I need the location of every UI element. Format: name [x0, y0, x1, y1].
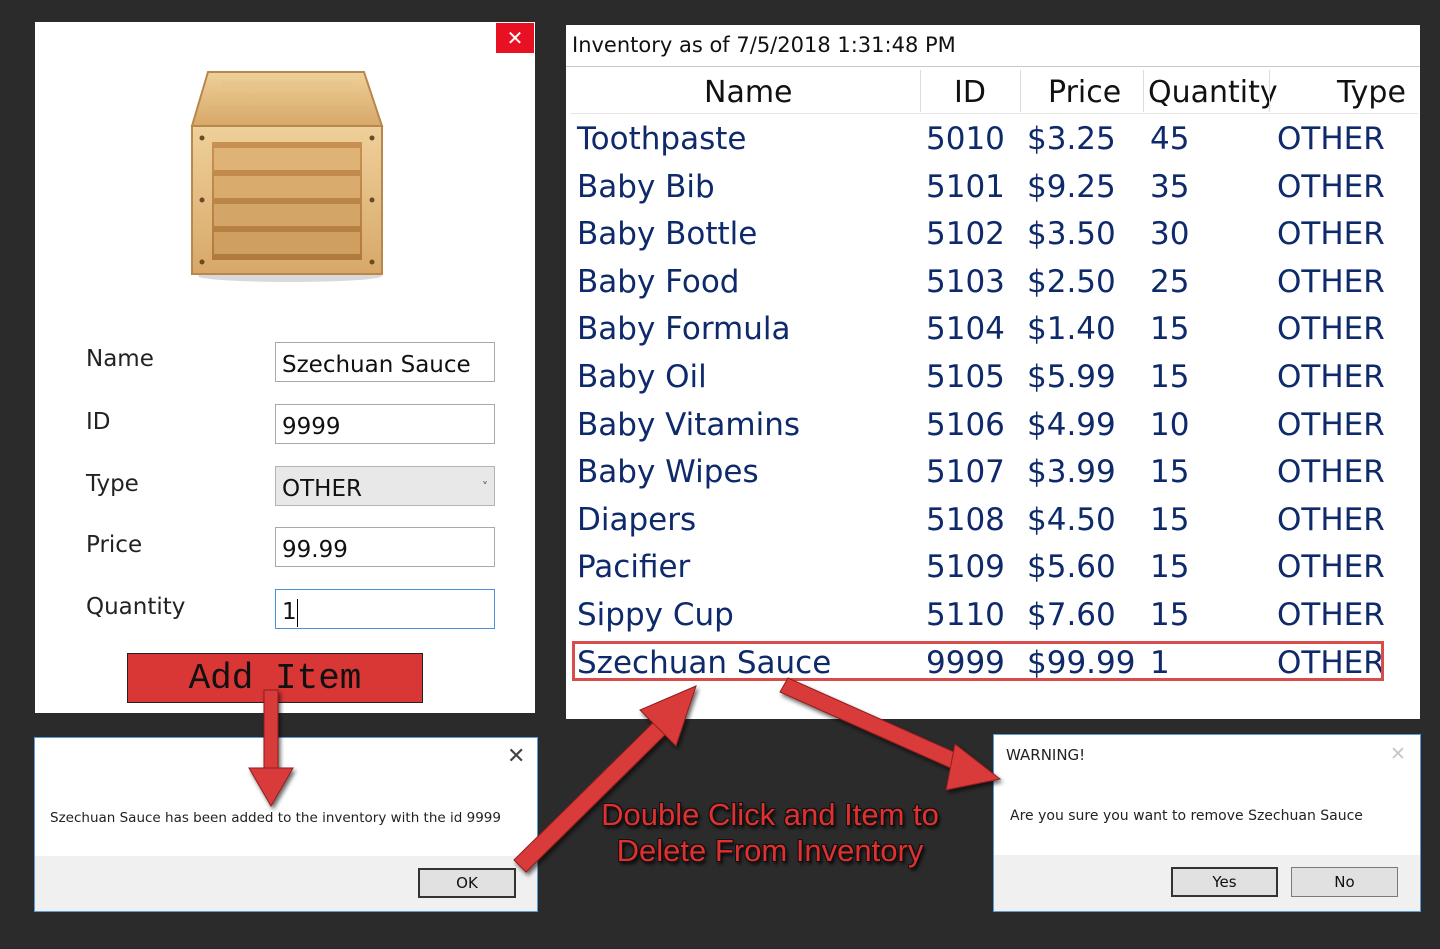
cell-price: $9.25	[1027, 168, 1116, 205]
cell-id: 5106	[926, 406, 1005, 443]
close-icon[interactable]: ✕	[496, 23, 534, 53]
cell-type: OTHER	[1277, 311, 1385, 348]
cell-price: $3.99	[1027, 454, 1116, 491]
cell-id: 5108	[926, 501, 1005, 538]
cell-name: Baby Food	[577, 263, 740, 300]
chevron-down-icon: ˅	[482, 480, 488, 494]
no-button[interactable]: No	[1291, 867, 1398, 897]
cell-price: $3.25	[1027, 121, 1116, 157]
cell-type: OTHER	[1277, 549, 1385, 586]
column-header-quantity[interactable]: Quantity	[1148, 72, 1278, 112]
add-item-button[interactable]: Add Item	[127, 653, 423, 703]
id-field[interactable]: 9999	[275, 404, 495, 444]
yes-button[interactable]: Yes	[1171, 867, 1278, 897]
cell-type: OTHER	[1277, 121, 1385, 157]
column-header-name[interactable]: Name	[704, 72, 793, 112]
cell-price: $3.50	[1027, 216, 1116, 253]
cell-type: OTHER	[1277, 597, 1385, 633]
cell-quantity: 15	[1150, 501, 1190, 538]
cell-name: Baby Formula	[577, 311, 791, 348]
cell-id: 5103	[926, 263, 1005, 300]
warning-message: Are you sure you want to remove Szechuan…	[1010, 808, 1363, 824]
cell-id: 5010	[926, 121, 1005, 157]
column-header-type[interactable]: Type	[1337, 72, 1406, 112]
cell-price: $5.99	[1027, 359, 1116, 395]
cell-quantity: 45	[1150, 121, 1190, 157]
price-field[interactable]: 99.99	[275, 527, 495, 567]
column-header-price[interactable]: Price	[1048, 72, 1121, 112]
cell-price: $7.60	[1027, 597, 1116, 633]
cell-type: OTHER	[1277, 454, 1385, 491]
quantity-value: 1	[282, 599, 297, 625]
type-value: OTHER	[282, 476, 362, 502]
cell-name: Baby Bottle	[577, 216, 758, 253]
quantity-label: Quantity	[86, 594, 186, 620]
warning-title: WARNING!	[1006, 746, 1086, 764]
cell-price: $1.40	[1027, 311, 1116, 348]
cell-quantity: 35	[1150, 168, 1190, 205]
column-separator[interactable]	[1143, 70, 1144, 112]
cell-type: OTHER	[1277, 216, 1385, 253]
cell-id: 5107	[926, 454, 1005, 491]
cell-name: Toothpaste	[577, 121, 747, 157]
confirmation-dialog: ✕ Szechuan Sauce has been added to the i…	[34, 737, 538, 912]
text-cursor	[296, 598, 298, 627]
name-field[interactable]: Szechuan Sauce	[275, 342, 495, 382]
cell-type: OTHER	[1277, 501, 1385, 538]
cell-quantity: 15	[1150, 549, 1190, 586]
cell-name: Baby Vitamins	[577, 406, 801, 443]
close-icon[interactable]: ✕	[1390, 743, 1406, 765]
cell-id: 5104	[926, 311, 1005, 348]
cell-type: OTHER	[1277, 359, 1385, 395]
wooden-crate-icon	[190, 71, 384, 282]
cell-name: Sippy Cup	[577, 597, 734, 633]
cell-name: Baby Bib	[577, 168, 715, 205]
cell-type: OTHER	[1277, 406, 1385, 443]
cell-id: 5105	[926, 359, 1005, 395]
column-header-id[interactable]: ID	[954, 72, 986, 112]
quantity-field[interactable]: 1	[275, 589, 495, 629]
cell-price: $5.60	[1027, 549, 1116, 586]
column-separator[interactable]	[1020, 70, 1021, 112]
column-separator[interactable]	[920, 70, 921, 112]
cell-name: Pacifier	[577, 549, 691, 586]
type-label: Type	[86, 471, 139, 497]
annotation-line-2: Delete From Inventory	[616, 833, 924, 868]
cell-quantity: 10	[1150, 406, 1190, 443]
cell-id: 5110	[926, 597, 1005, 633]
name-label: Name	[86, 346, 154, 372]
cell-id: 5109	[926, 549, 1005, 586]
close-icon[interactable]: ✕	[507, 744, 525, 769]
id-label: ID	[86, 409, 111, 435]
cell-type: OTHER	[1277, 168, 1385, 205]
price-label: Price	[86, 532, 143, 558]
cell-quantity: 15	[1150, 311, 1190, 348]
cell-quantity: 25	[1150, 263, 1190, 300]
cell-id: 5101	[926, 168, 1005, 205]
ok-button[interactable]: OK	[418, 868, 516, 898]
cell-price: $4.99	[1027, 406, 1116, 443]
warning-dialog: WARNING! ✕ Are you sure you want to remo…	[993, 734, 1421, 912]
cell-quantity: 30	[1150, 216, 1190, 253]
annotation-text: Double Click and Item to Delete From Inv…	[560, 797, 980, 869]
cell-id: 5102	[926, 216, 1005, 253]
cell-price: $2.50	[1027, 263, 1116, 300]
annotation-line-1: Double Click and Item to	[601, 797, 939, 832]
confirmation-message: Szechuan Sauce has been added to the inv…	[50, 810, 501, 826]
title-divider	[566, 66, 1420, 67]
cell-price: $4.50	[1027, 501, 1116, 538]
cell-name: Baby Oil	[577, 359, 707, 395]
cell-type: OTHER	[1277, 263, 1385, 300]
cell-name: Baby Wipes	[577, 454, 759, 491]
highlight-box	[572, 641, 1384, 681]
cell-quantity: 15	[1150, 597, 1190, 633]
inventory-title: Inventory as of 7/5/2018 1:31:48 PM	[572, 33, 956, 57]
header-divider	[570, 113, 1418, 114]
cell-quantity: 15	[1150, 359, 1190, 395]
cell-quantity: 15	[1150, 454, 1190, 491]
type-select[interactable]: OTHER ˅	[275, 466, 495, 506]
cell-name: Diapers	[577, 501, 697, 538]
column-separator[interactable]	[1269, 70, 1270, 112]
